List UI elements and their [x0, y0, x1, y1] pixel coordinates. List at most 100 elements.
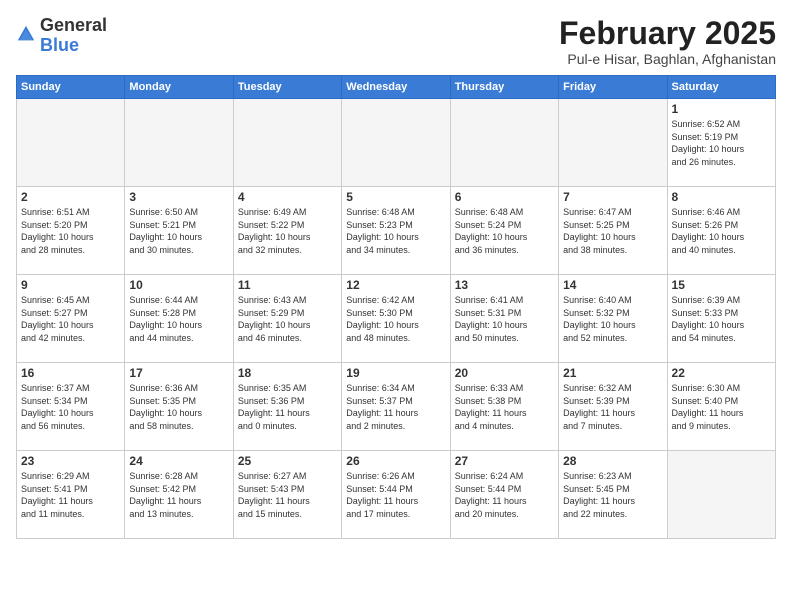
- day-info: Sunrise: 6:39 AM Sunset: 5:33 PM Dayligh…: [672, 294, 771, 344]
- header-saturday: Saturday: [667, 76, 775, 99]
- day-number: 19: [346, 366, 445, 380]
- day-number: 8: [672, 190, 771, 204]
- table-row: 6 Sunrise: 6:48 AM Sunset: 5:24 PM Daylig…: [450, 187, 558, 275]
- table-row: 9 Sunrise: 6:45 AM Sunset: 5:27 PM Daylig…: [17, 275, 125, 363]
- day-number: 7: [563, 190, 662, 204]
- table-row: 2Sunrise: 6:51 AM Sunset: 5:20 PM Daylig…: [17, 187, 125, 275]
- header-monday: Monday: [125, 76, 233, 99]
- day-info: Sunrise: 6:33 AM Sunset: 5:38 PM Dayligh…: [455, 382, 554, 432]
- calendar-week-4: 23 Sunrise: 6:29 AM Sunset: 5:41 PM Dayli…: [17, 451, 776, 539]
- table-row: [342, 99, 450, 187]
- table-row: 17 Sunrise: 6:36 AM Sunset: 5:35 PM Dayli…: [125, 363, 233, 451]
- day-number: 9: [21, 278, 120, 292]
- calendar-week-0: 1 Sunrise: 6:52 AM Sunset: 5:19 PM Daylig…: [17, 99, 776, 187]
- day-info: Sunrise: 6:51 AM Sunset: 5:20 PM Dayligh…: [21, 206, 120, 256]
- day-number: 5: [346, 190, 445, 204]
- day-number: 4: [238, 190, 337, 204]
- table-row: [125, 99, 233, 187]
- day-info: Sunrise: 6:26 AM Sunset: 5:44 PM Dayligh…: [346, 470, 445, 520]
- header-sunday: Sunday: [17, 76, 125, 99]
- day-info: Sunrise: 6:36 AM Sunset: 5:35 PM Dayligh…: [129, 382, 228, 432]
- table-row: 10 Sunrise: 6:44 AM Sunset: 5:28 PM Dayli…: [125, 275, 233, 363]
- day-number: 11: [238, 278, 337, 292]
- table-row: 11 Sunrise: 6:43 AM Sunset: 5:29 PM Dayli…: [233, 275, 341, 363]
- day-number: 3: [129, 190, 228, 204]
- table-row: 28 Sunrise: 6:23 AM Sunset: 5:45 PM Dayli…: [559, 451, 667, 539]
- day-number: 17: [129, 366, 228, 380]
- table-row: 20 Sunrise: 6:33 AM Sunset: 5:38 PM Dayli…: [450, 363, 558, 451]
- table-row: 8 Sunrise: 6:46 AM Sunset: 5:26 PM Daylig…: [667, 187, 775, 275]
- day-info: Sunrise: 6:24 AM Sunset: 5:44 PM Dayligh…: [455, 470, 554, 520]
- day-info: Sunrise: 6:45 AM Sunset: 5:27 PM Dayligh…: [21, 294, 120, 344]
- table-row: 22 Sunrise: 6:30 AM Sunset: 5:40 PM Dayli…: [667, 363, 775, 451]
- table-row: 23 Sunrise: 6:29 AM Sunset: 5:41 PM Dayli…: [17, 451, 125, 539]
- header-friday: Friday: [559, 76, 667, 99]
- month-title: February 2025: [559, 16, 776, 51]
- day-info: Sunrise: 6:44 AM Sunset: 5:28 PM Dayligh…: [129, 294, 228, 344]
- table-row: 27Sunrise: 6:24 AM Sunset: 5:44 PM Dayli…: [450, 451, 558, 539]
- day-number: 28: [563, 454, 662, 468]
- day-info: Sunrise: 6:41 AM Sunset: 5:31 PM Dayligh…: [455, 294, 554, 344]
- day-number: 1: [672, 102, 771, 116]
- logo: General Blue: [16, 16, 107, 56]
- day-number: 6: [455, 190, 554, 204]
- header: General Blue February 2025 Pul-e Hisar, …: [16, 16, 776, 67]
- day-number: 20: [455, 366, 554, 380]
- table-row: 13 Sunrise: 6:41 AM Sunset: 5:31 PM Dayli…: [450, 275, 558, 363]
- day-number: 10: [129, 278, 228, 292]
- header-thursday: Thursday: [450, 76, 558, 99]
- day-info: Sunrise: 6:27 AM Sunset: 5:43 PM Dayligh…: [238, 470, 337, 520]
- day-number: 24: [129, 454, 228, 468]
- calendar-week-3: 16 Sunrise: 6:37 AM Sunset: 5:34 PM Dayli…: [17, 363, 776, 451]
- table-row: 16 Sunrise: 6:37 AM Sunset: 5:34 PM Dayli…: [17, 363, 125, 451]
- day-info: Sunrise: 6:35 AM Sunset: 5:36 PM Dayligh…: [238, 382, 337, 432]
- day-info: Sunrise: 6:32 AM Sunset: 5:39 PM Dayligh…: [563, 382, 662, 432]
- day-info: Sunrise: 6:40 AM Sunset: 5:32 PM Dayligh…: [563, 294, 662, 344]
- day-info: Sunrise: 6:43 AM Sunset: 5:29 PM Dayligh…: [238, 294, 337, 344]
- location: Pul-e Hisar, Baghlan, Afghanistan: [559, 51, 776, 67]
- table-row: 15 Sunrise: 6:39 AM Sunset: 5:33 PM Dayli…: [667, 275, 775, 363]
- day-number: 12: [346, 278, 445, 292]
- table-row: 4Sunrise: 6:49 AM Sunset: 5:22 PM Daylig…: [233, 187, 341, 275]
- table-row: 12 Sunrise: 6:42 AM Sunset: 5:30 PM Dayli…: [342, 275, 450, 363]
- day-number: 16: [21, 366, 120, 380]
- table-row: [559, 99, 667, 187]
- logo-icon: [16, 24, 36, 44]
- table-row: [233, 99, 341, 187]
- day-info: Sunrise: 6:30 AM Sunset: 5:40 PM Dayligh…: [672, 382, 771, 432]
- day-info: Sunrise: 6:48 AM Sunset: 5:23 PM Dayligh…: [346, 206, 445, 256]
- table-row: 3Sunrise: 6:50 AM Sunset: 5:21 PM Daylig…: [125, 187, 233, 275]
- table-row: 24 Sunrise: 6:28 AM Sunset: 5:42 PM Dayli…: [125, 451, 233, 539]
- header-tuesday: Tuesday: [233, 76, 341, 99]
- day-number: 23: [21, 454, 120, 468]
- table-row: 21Sunrise: 6:32 AM Sunset: 5:39 PM Dayli…: [559, 363, 667, 451]
- calendar-week-2: 9 Sunrise: 6:45 AM Sunset: 5:27 PM Daylig…: [17, 275, 776, 363]
- page: General Blue February 2025 Pul-e Hisar, …: [0, 0, 792, 612]
- calendar: Sunday Monday Tuesday Wednesday Thursday…: [16, 75, 776, 539]
- table-row: 25Sunrise: 6:27 AM Sunset: 5:43 PM Dayli…: [233, 451, 341, 539]
- table-row: 7Sunrise: 6:47 AM Sunset: 5:25 PM Daylig…: [559, 187, 667, 275]
- calendar-header-row: Sunday Monday Tuesday Wednesday Thursday…: [17, 76, 776, 99]
- day-number: 13: [455, 278, 554, 292]
- day-info: Sunrise: 6:48 AM Sunset: 5:24 PM Dayligh…: [455, 206, 554, 256]
- day-info: Sunrise: 6:29 AM Sunset: 5:41 PM Dayligh…: [21, 470, 120, 520]
- logo-blue-text: Blue: [40, 35, 79, 55]
- day-info: Sunrise: 6:42 AM Sunset: 5:30 PM Dayligh…: [346, 294, 445, 344]
- table-row: 1 Sunrise: 6:52 AM Sunset: 5:19 PM Daylig…: [667, 99, 775, 187]
- table-row: [667, 451, 775, 539]
- table-row: 18Sunrise: 6:35 AM Sunset: 5:36 PM Dayli…: [233, 363, 341, 451]
- day-info: Sunrise: 6:37 AM Sunset: 5:34 PM Dayligh…: [21, 382, 120, 432]
- header-wednesday: Wednesday: [342, 76, 450, 99]
- day-info: Sunrise: 6:28 AM Sunset: 5:42 PM Dayligh…: [129, 470, 228, 520]
- day-number: 22: [672, 366, 771, 380]
- logo-general-text: General: [40, 15, 107, 35]
- day-number: 14: [563, 278, 662, 292]
- day-info: Sunrise: 6:46 AM Sunset: 5:26 PM Dayligh…: [672, 206, 771, 256]
- day-info: Sunrise: 6:23 AM Sunset: 5:45 PM Dayligh…: [563, 470, 662, 520]
- day-info: Sunrise: 6:52 AM Sunset: 5:19 PM Dayligh…: [672, 118, 771, 168]
- day-number: 26: [346, 454, 445, 468]
- day-info: Sunrise: 6:34 AM Sunset: 5:37 PM Dayligh…: [346, 382, 445, 432]
- day-number: 15: [672, 278, 771, 292]
- table-row: 14 Sunrise: 6:40 AM Sunset: 5:32 PM Dayli…: [559, 275, 667, 363]
- title-block: February 2025 Pul-e Hisar, Baghlan, Afgh…: [559, 16, 776, 67]
